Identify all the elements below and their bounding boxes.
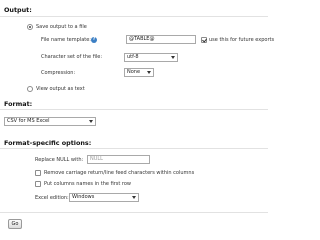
replace-null-label: Replace NULL with: xyxy=(35,157,84,163)
charset-label: Character set of the file: xyxy=(41,54,103,60)
save-to-file-label[interactable]: Save output to a file xyxy=(36,24,87,30)
output-divider xyxy=(0,16,268,17)
use-for-future-checkbox[interactable] xyxy=(201,37,207,43)
compression-label: Compression: xyxy=(41,70,76,76)
charset-select-value: utf-8 xyxy=(127,54,139,60)
format-title: Format: xyxy=(4,100,33,108)
format-options-section: Format-specific options: Replace NULL wi… xyxy=(0,134,268,206)
help-icon[interactable]: ? xyxy=(91,37,97,43)
charset-select[interactable]: utf-8 xyxy=(124,53,178,62)
output-section: Output: Save output to a file File name … xyxy=(0,0,274,96)
output-title: Output: xyxy=(4,6,32,14)
chevron-down-icon xyxy=(132,196,136,199)
format-divider xyxy=(0,109,268,110)
format-section: Format: CSV for MS Excel xyxy=(0,96,268,132)
column-names-label[interactable]: Put columns names in the first row xyxy=(44,181,131,187)
remove-crlf-label[interactable]: Remove carriage return/line feed charact… xyxy=(44,170,194,176)
save-to-file-radio[interactable] xyxy=(27,24,33,30)
go-button[interactable]: Go xyxy=(8,219,22,229)
use-for-future-label[interactable]: use this for future exports xyxy=(209,37,274,43)
replace-null-input[interactable]: NULL xyxy=(87,155,150,164)
format-select[interactable]: CSV for MS Excel xyxy=(4,117,96,126)
chevron-down-icon xyxy=(171,56,175,59)
remove-crlf-checkbox[interactable] xyxy=(35,170,41,176)
compression-select[interactable]: None xyxy=(124,68,154,77)
format-options-title: Format-specific options: xyxy=(4,139,92,147)
chevron-down-icon xyxy=(89,120,93,123)
excel-edition-select[interactable]: Windows xyxy=(69,193,139,202)
bottom-divider xyxy=(0,212,268,213)
excel-edition-label: Excel edition: xyxy=(35,195,69,201)
column-names-checkbox[interactable] xyxy=(35,181,41,187)
file-name-template-input[interactable]: @TABLE@ xyxy=(126,35,196,44)
view-as-text-radio[interactable] xyxy=(27,86,33,92)
format-select-value: CSV for MS Excel xyxy=(7,118,50,124)
file-name-template-label: File name template: xyxy=(41,37,91,43)
excel-edition-select-value: Windows xyxy=(72,194,95,200)
format-options-divider xyxy=(0,148,268,149)
chevron-down-icon xyxy=(147,71,151,74)
view-as-text-label[interactable]: View output as text xyxy=(36,86,85,92)
compression-select-value: None xyxy=(127,69,141,75)
